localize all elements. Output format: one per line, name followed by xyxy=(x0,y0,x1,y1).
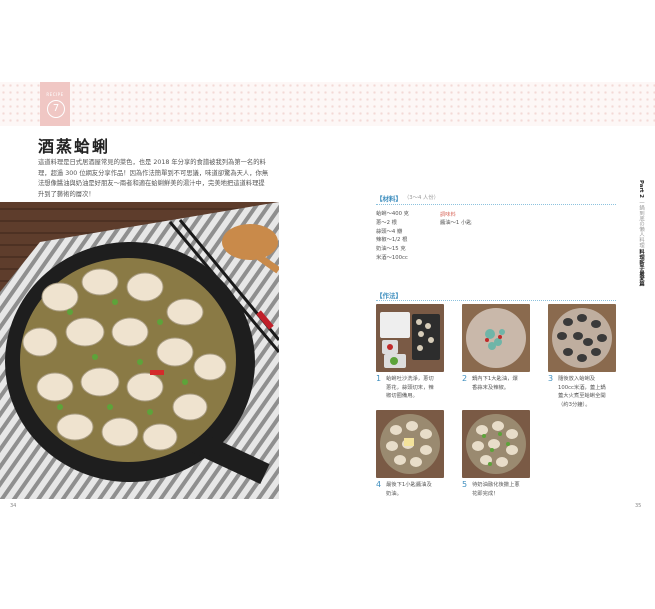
serving-size: （3～4 人份） xyxy=(404,195,439,201)
method-divider xyxy=(376,300,616,302)
step-number: 3 xyxy=(548,374,554,383)
step-text: 待奶油融化後撒上蔥花即完成！ xyxy=(472,482,520,497)
step-4-photo xyxy=(376,410,444,478)
method-label: 【作法】 xyxy=(376,292,402,300)
recipe-title: 酒蒸蛤蜊 xyxy=(38,137,111,156)
ingredient-item: 蒜頭～4 瓣 xyxy=(376,228,403,235)
step-1-photo xyxy=(376,304,444,372)
recipe-intro: 這道料理是日式居酒屋常見的菜色，也是 2018 年分享的食譜被我列為第一名的料理… xyxy=(38,159,269,198)
step-number: 2 xyxy=(462,374,468,383)
step-text: 最後下1小匙醬油及奶油。 xyxy=(386,482,432,497)
ingredient-item: 蔥～2 根 xyxy=(376,219,397,226)
step-number: 1 xyxy=(376,374,382,383)
page-number-right: 35 xyxy=(635,503,642,509)
seasoning-label: 調味料 xyxy=(440,212,456,218)
ingredients-list: 蛤蜊～400 克 蔥～2 根 蒜頭～4 瓣 辣椒～1/2 根 奶油～15 克 米… xyxy=(376,210,409,263)
step-text: 鍋內下1大匙油，爆香蒜末及辣椒。 xyxy=(472,376,518,391)
header-pattern xyxy=(0,82,655,126)
recipe-number: 7 xyxy=(47,100,65,118)
ingredient-item: 米酒～100cc xyxy=(376,254,408,261)
side-tab-title: 料理新手最愛篇 xyxy=(638,249,644,287)
ingredient-item: 蛤蜊～400 克 xyxy=(376,211,409,217)
step-text: 蛤蜊吐沙洗淨，蔥切蔥花，蒜頭切末，辣椒切圈備用。 xyxy=(386,376,434,399)
step-number: 4 xyxy=(376,480,382,489)
side-tab-subtitle: 一鍋到底の懶人料理 xyxy=(638,199,644,248)
side-tab-part: Part 2 xyxy=(638,180,644,198)
step-number: 5 xyxy=(462,480,468,489)
page-number-left: 34 xyxy=(10,503,17,509)
step-text: 隨後放入蛤蜊及100cc米酒，蓋上鍋蓋大火煮至蛤蜊全開（約3分鐘）。 xyxy=(558,376,606,408)
ingredients-label: 【材料】 xyxy=(376,195,402,203)
recipe-badge: RECIPE 7 xyxy=(40,82,70,126)
step-3-photo xyxy=(548,304,616,372)
step-2-photo xyxy=(462,304,530,372)
chapter-side-tab: Part 2 一鍋到底の懶人料理 料理新手最愛篇 xyxy=(632,180,644,286)
step-5-photo xyxy=(462,410,530,478)
ingredients-divider xyxy=(376,204,616,206)
badge-label: RECIPE xyxy=(46,92,64,97)
hero-photo-clams-skillet xyxy=(0,202,279,499)
seasoning-item: 醬油～1 小匙 xyxy=(440,220,472,226)
ingredient-item: 辣椒～1/2 根 xyxy=(376,237,408,244)
ingredient-item: 奶油～15 克 xyxy=(376,246,406,253)
